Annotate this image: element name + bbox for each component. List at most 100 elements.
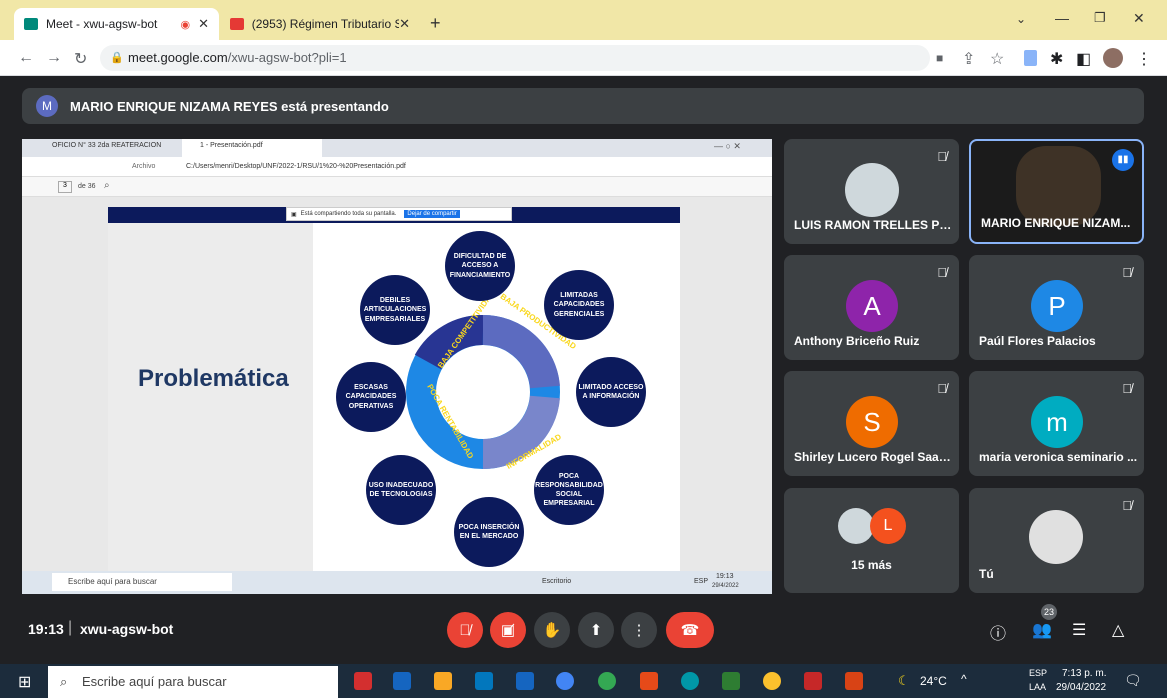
app-icon[interactable]: [393, 672, 411, 690]
url-field[interactable]: 🔒 meet.google.com/xwu-agsw-bot?pli=1: [100, 45, 930, 71]
slide: Problemática BAJA COMPETITIVIDAD BAJA PR…: [108, 207, 680, 573]
participant-video: [1016, 146, 1101, 226]
inner-clock-date: 29/4/2022: [712, 583, 739, 589]
new-tab-icon[interactable]: +: [430, 13, 441, 34]
profile-avatar[interactable]: [1103, 48, 1123, 68]
minimize-icon[interactable]: —: [1055, 10, 1069, 26]
weather-temp[interactable]: 24°C: [920, 674, 947, 688]
word-icon[interactable]: [516, 672, 534, 690]
diagram-node: POCA RESPONSABILIDAD SOCIAL EMPRESARIAL: [534, 455, 604, 525]
tab-meet[interactable]: Meet - xwu-agsw-bot ◉ ✕: [14, 8, 219, 40]
camera-off-button[interactable]: ▣̸: [490, 612, 526, 648]
more-options-button[interactable]: ⋮: [621, 612, 657, 648]
powerpoint-icon[interactable]: [845, 672, 863, 690]
reload-icon[interactable]: ↻: [74, 49, 87, 69]
url-host: meet.google.com: [128, 50, 228, 65]
share-notice: ▣ Está compartiendo toda su pantalla. De…: [286, 207, 512, 221]
diagram-node: USO INADECUADO DE TECNOLOGIAS: [366, 455, 436, 525]
bookmark-star-icon[interactable]: ☆: [990, 49, 1004, 69]
slide-title: Problemática: [138, 365, 289, 392]
inner-address-bar: Archivo C:/Users/menri/Desktop/UNF/2022-…: [22, 157, 772, 177]
participant-tile[interactable]: 🎙̸ S Shirley Lucero Rogel Saav...: [784, 371, 959, 476]
camera-icon[interactable]: ■: [936, 51, 943, 65]
pdf-page-total: de 36: [78, 183, 96, 190]
excel-icon[interactable]: [722, 672, 740, 690]
restore-icon[interactable]: ❐: [1094, 10, 1106, 26]
tray-chevron-icon[interactable]: ^: [961, 672, 967, 686]
participant-avatar: L: [870, 508, 906, 544]
chrome-icon[interactable]: [598, 672, 616, 690]
meeting-time: 19:13: [28, 621, 64, 637]
participant-tile[interactable]: 🎙̸ A Anthony Briceño Ruiz: [784, 255, 959, 360]
participant-tile[interactable]: 🎙̸ m maria veronica seminario ...: [969, 371, 1144, 476]
windows-taskbar: ⊞ ⌕ Escribe aquí para buscar ☾ 24°C ^ ES…: [0, 664, 1167, 698]
diagram-node: DIFICULTAD DE ACCESO A FINANCIAMIENTO: [445, 231, 515, 301]
pdf-search-icon: ⌕: [104, 180, 110, 191]
edge-icon[interactable]: [681, 672, 699, 690]
notifications-icon[interactable]: 🗨: [1124, 672, 1142, 689]
participant-tile[interactable]: 🎙̸ LUIS RAMON TRELLES PO...: [784, 139, 959, 244]
share-icon[interactable]: ⇪: [962, 49, 975, 69]
forward-icon[interactable]: →: [46, 49, 62, 67]
inner-tab: 1 - Presentación.pdf: [200, 142, 263, 149]
app-icon[interactable]: [354, 672, 372, 690]
stop-share-button[interactable]: Dejar de compartir: [404, 210, 460, 218]
browser-tab-bar: Meet - xwu-agsw-bot ◉ ✕ (2953) Régimen T…: [0, 0, 1167, 40]
close-tab-icon[interactable]: ✕: [399, 16, 410, 32]
tab-search-icon[interactable]: ⌄: [1016, 12, 1026, 26]
taskbar-search[interactable]: ⌕ Escribe aquí para buscar: [48, 666, 338, 698]
url-path: /xwu-agsw-bot?pli=1: [227, 50, 347, 65]
self-tile[interactable]: 🎙̸ Tú: [969, 488, 1144, 593]
more-participants-tile[interactable]: L 15 más: [784, 488, 959, 593]
participant-tile-active[interactable]: ▮▮ MARIO ENRIQUE NIZAM...: [969, 139, 1144, 244]
tab-title: Meet - xwu-agsw-bot: [46, 17, 158, 31]
participant-avatar: S: [846, 396, 898, 448]
more-count: 15 más: [851, 558, 892, 572]
tab-youtube[interactable]: (2953) Régimen Tributario Sunat ✕: [220, 8, 420, 40]
youtube-icon: [230, 18, 244, 30]
activities-icon[interactable]: △: [1112, 620, 1124, 640]
lang-indicator[interactable]: ESP: [1029, 668, 1047, 678]
close-window-icon[interactable]: ✕: [1133, 10, 1145, 27]
mic-off-button[interactable]: 🎙̸: [447, 612, 483, 648]
leave-call-button[interactable]: ☎: [666, 612, 714, 648]
mic-off-icon: 🎙̸: [937, 149, 947, 164]
diagram-node: ESCASAS CAPACIDADES OPERATIVAS: [336, 362, 406, 432]
participant-photo: [838, 508, 874, 544]
meet-icon: [24, 18, 38, 30]
sidebar-icon[interactable]: ◧: [1076, 49, 1091, 69]
menu-icon[interactable]: ⋮: [1136, 49, 1152, 69]
inner-lang: ESP: [694, 578, 709, 585]
tab-title: (2953) Régimen Tributario Sunat: [251, 17, 400, 31]
inner-desktop-label: Escritorio: [542, 578, 572, 585]
participant-tile[interactable]: 🎙̸ P Paúl Flores Palacios: [969, 255, 1144, 360]
taskbar-time[interactable]: 7:13 p. m.: [1062, 668, 1106, 679]
meeting-code: xwu-agsw-bot: [80, 621, 174, 637]
close-tab-icon[interactable]: ✕: [198, 16, 209, 32]
chrome-icon[interactable]: [763, 672, 781, 690]
pdf-toolbar: 3 de 36 ⌕: [22, 177, 772, 197]
info-icon[interactable]: ⓘ: [990, 620, 1006, 644]
windows-start-icon[interactable]: ⊞: [18, 672, 31, 692]
app-icon[interactable]: [556, 672, 574, 690]
divider: |: [68, 619, 73, 636]
extension-icon[interactable]: [1024, 50, 1037, 66]
mic-off-icon: 🎙̸: [1122, 265, 1132, 280]
chat-icon[interactable]: ☰: [1072, 620, 1086, 640]
participant-name: Anthony Briceño Ruiz: [794, 334, 920, 348]
participant-name: maria veronica seminario ...: [979, 450, 1138, 464]
mic-off-icon: 🎙̸: [937, 381, 947, 396]
store-icon[interactable]: [475, 672, 493, 690]
participant-avatar: A: [846, 280, 898, 332]
acrobat-icon[interactable]: [804, 672, 822, 690]
participant-avatar: P: [1031, 280, 1083, 332]
people-icon[interactable]: 👥: [1032, 620, 1052, 640]
participant-avatar: m: [1031, 396, 1083, 448]
file-explorer-icon[interactable]: [434, 672, 452, 690]
puzzle-icon[interactable]: ✱: [1050, 49, 1063, 69]
lang-layout: LAA: [1029, 682, 1047, 692]
present-button[interactable]: ⬆: [578, 612, 614, 648]
raise-hand-button[interactable]: ✋: [534, 612, 570, 648]
back-icon[interactable]: ←: [18, 49, 34, 67]
app-icon[interactable]: [640, 672, 658, 690]
